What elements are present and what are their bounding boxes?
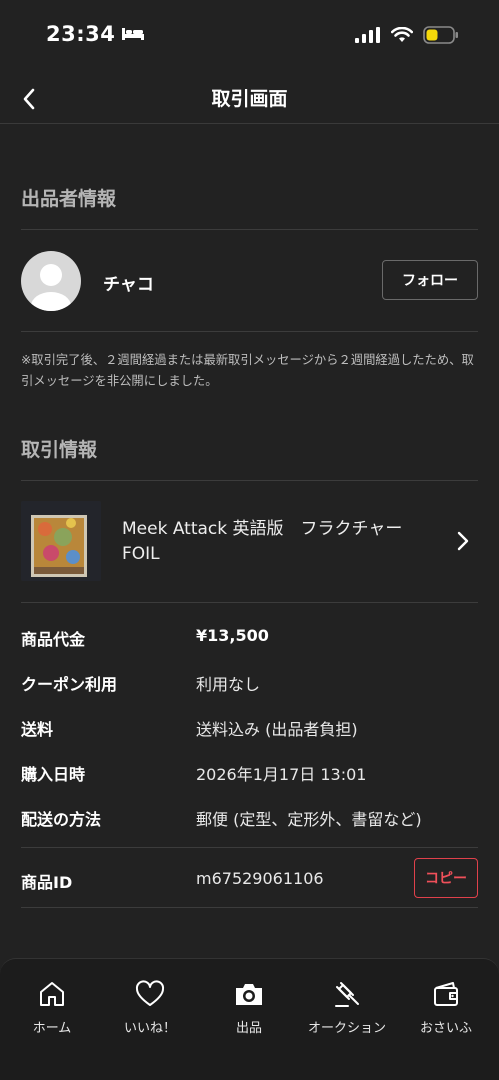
card-image	[21, 501, 101, 581]
divider	[21, 229, 478, 230]
message-hidden-notice: ※取引完了後、２週間経過または最新取引メッセージから２週間経過したため、取引メッ…	[21, 353, 474, 388]
follow-button[interactable]: フォロー	[382, 260, 478, 300]
battery-icon	[423, 26, 459, 48]
bottom-tab-bar: ホーム いいね！ 出品 オークション おさいふ	[0, 958, 499, 1080]
purchase-date-value: 2026年1月17日 13:01	[196, 765, 367, 784]
cellular-signal-icon	[355, 27, 381, 47]
price-value: ¥13,500	[196, 626, 269, 645]
divider	[21, 847, 478, 848]
shipping-method-value: 郵便 (定型、定形外、書留など)	[196, 810, 422, 829]
tab-label: いいね！	[123, 1021, 176, 1036]
item-detail-link[interactable]	[452, 528, 474, 554]
nav-bar: 取引画面	[0, 74, 499, 124]
divider	[21, 907, 478, 908]
home-icon	[35, 977, 69, 1011]
item-title[interactable]: Meek Attack 英語版 フラクチャーFOIL	[122, 517, 432, 567]
price-label: 商品代金	[21, 630, 86, 649]
avatar[interactable]	[21, 251, 81, 311]
tab-label: おさいふ	[419, 1021, 472, 1036]
shipping-fee-label: 送料	[21, 720, 54, 739]
item-thumbnail[interactable]	[21, 501, 101, 581]
page-title: 取引画面	[211, 88, 288, 110]
bed-icon	[121, 22, 145, 46]
transaction-screen: 23:34 取引画面 出品者情報 チャコ フォロー ※取引完了後、２週間経過また…	[0, 0, 499, 1080]
item-id-label: 商品ID	[21, 873, 73, 892]
tab-home[interactable]: ホーム	[4, 977, 100, 1036]
coupon-label: クーポン利用	[21, 675, 118, 694]
wifi-icon	[390, 26, 414, 47]
tab-auction[interactable]: オークション	[299, 977, 395, 1036]
status-indicators	[355, 26, 459, 48]
coupon-value: 利用なし	[196, 675, 261, 694]
tab-label: 出品	[235, 1021, 262, 1036]
status-bar: 23:34	[0, 0, 499, 74]
tab-label: ホーム	[32, 1021, 72, 1036]
shipping-method-label: 配送の方法	[21, 810, 102, 829]
camera-icon	[232, 977, 266, 1011]
seller-section-title: 出品者情報	[21, 188, 117, 210]
copy-button[interactable]: コピー	[414, 858, 478, 898]
heart-icon	[133, 977, 167, 1011]
tab-likes[interactable]: いいね！	[102, 977, 198, 1036]
transaction-section-title: 取引情報	[21, 439, 98, 461]
seller-name[interactable]: チャコ	[103, 270, 154, 295]
divider	[21, 480, 478, 481]
tab-wallet[interactable]: おさいふ	[398, 977, 494, 1036]
default-avatar-icon	[31, 264, 71, 311]
tab-sell[interactable]: 出品	[201, 977, 297, 1036]
gavel-icon	[330, 977, 364, 1011]
shipping-fee-value: 送料込み (出品者負担)	[196, 720, 358, 739]
status-time-group: 23:34	[46, 22, 145, 46]
purchase-date-label: 購入日時	[21, 765, 86, 784]
wallet-icon	[429, 977, 463, 1011]
divider	[21, 602, 478, 603]
tab-label: オークション	[307, 1021, 386, 1036]
item-id-value: m67529061106	[196, 869, 324, 888]
status-time: 23:34	[46, 22, 116, 46]
chevron-right-icon	[457, 531, 469, 551]
divider	[21, 331, 478, 332]
